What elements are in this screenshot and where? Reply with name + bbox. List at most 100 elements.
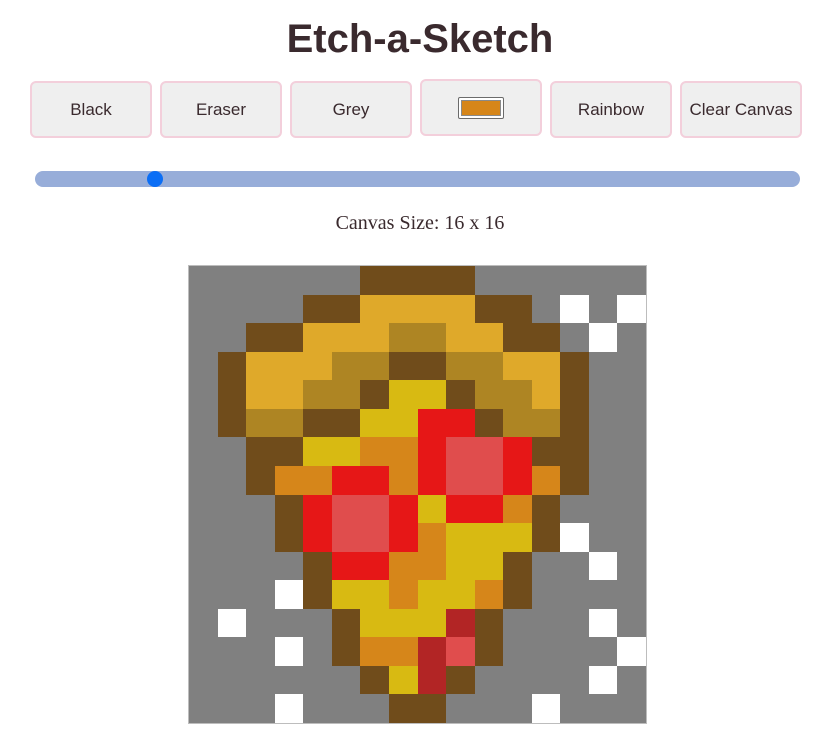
canvas-cell[interactable]	[331, 694, 361, 723]
canvas-cell[interactable]	[474, 637, 504, 666]
canvas-cell[interactable]	[474, 266, 504, 295]
canvas-cell[interactable]	[417, 408, 447, 438]
canvas-cell[interactable]	[560, 351, 589, 381]
canvas-cell[interactable]	[531, 637, 561, 666]
canvas-cell[interactable]	[360, 580, 389, 609]
canvas-cell[interactable]	[531, 437, 561, 466]
canvas-cell[interactable]	[446, 323, 475, 352]
canvas-cell[interactable]	[331, 637, 361, 666]
canvas-cell[interactable]	[360, 408, 389, 438]
canvas-cell[interactable]	[246, 694, 275, 723]
canvas-cell[interactable]	[217, 266, 247, 295]
canvas-cell[interactable]	[474, 294, 504, 324]
canvas-cell[interactable]	[531, 665, 561, 695]
canvas-cell[interactable]	[617, 665, 646, 695]
canvas-cell[interactable]	[246, 580, 275, 609]
canvas-cell[interactable]	[274, 523, 304, 552]
canvas-cell[interactable]	[617, 494, 646, 524]
canvas-cell[interactable]	[274, 608, 304, 638]
canvas-cell[interactable]	[446, 694, 475, 723]
canvas-cell[interactable]	[217, 694, 247, 723]
canvas-cell[interactable]	[303, 637, 332, 666]
canvas-cell[interactable]	[503, 380, 532, 409]
canvas-cell[interactable]	[217, 523, 247, 552]
canvas-cell[interactable]	[417, 580, 447, 609]
canvas-cell[interactable]	[274, 665, 304, 695]
canvas-cell[interactable]	[246, 608, 275, 638]
canvas-cell[interactable]	[388, 351, 418, 381]
canvas-cell[interactable]	[246, 266, 275, 295]
canvas-cell[interactable]	[503, 465, 532, 495]
canvas-cell[interactable]	[588, 380, 618, 409]
canvas-cell[interactable]	[417, 523, 447, 552]
canvas-cell[interactable]	[474, 494, 504, 524]
canvas-cell[interactable]	[417, 608, 447, 638]
canvas-cell[interactable]	[274, 637, 304, 666]
canvas-cell[interactable]	[588, 494, 618, 524]
canvas-cell[interactable]	[360, 323, 389, 352]
canvas-cell[interactable]	[303, 294, 332, 324]
canvas-cell[interactable]	[388, 437, 418, 466]
canvas-cell[interactable]	[446, 637, 475, 666]
canvas-cell[interactable]	[560, 665, 589, 695]
canvas-cell[interactable]	[388, 580, 418, 609]
canvas-cell[interactable]	[360, 494, 389, 524]
rainbow-button[interactable]: Rainbow	[550, 81, 672, 138]
color-picker-button[interactable]	[420, 79, 542, 136]
canvas-cell[interactable]	[274, 437, 304, 466]
canvas-cell[interactable]	[560, 608, 589, 638]
canvas-cell[interactable]	[503, 608, 532, 638]
canvas-cell[interactable]	[274, 465, 304, 495]
canvas-cell[interactable]	[189, 608, 218, 638]
canvas-cell[interactable]	[303, 665, 332, 695]
canvas-cell[interactable]	[331, 408, 361, 438]
canvas-cell[interactable]	[617, 637, 646, 666]
canvas-cell[interactable]	[331, 523, 361, 552]
canvas-cell[interactable]	[274, 580, 304, 609]
canvas-cell[interactable]	[217, 408, 247, 438]
canvas-cell[interactable]	[360, 437, 389, 466]
canvas-cell[interactable]	[217, 551, 247, 581]
canvas-cell[interactable]	[246, 351, 275, 381]
canvas-cell[interactable]	[588, 637, 618, 666]
canvas-cell[interactable]	[503, 437, 532, 466]
canvas-cell[interactable]	[560, 637, 589, 666]
canvas-cell[interactable]	[360, 551, 389, 581]
canvas-cell[interactable]	[531, 494, 561, 524]
canvas-cell[interactable]	[560, 494, 589, 524]
canvas-cell[interactable]	[417, 465, 447, 495]
canvas-cell[interactable]	[360, 637, 389, 666]
canvas-cell[interactable]	[446, 551, 475, 581]
canvas-cell[interactable]	[617, 380, 646, 409]
canvas-cell[interactable]	[246, 437, 275, 466]
canvas-cell[interactable]	[331, 351, 361, 381]
canvas-cell[interactable]	[560, 465, 589, 495]
canvas-cell[interactable]	[217, 380, 247, 409]
canvas-cell[interactable]	[388, 380, 418, 409]
canvas-cell[interactable]	[217, 665, 247, 695]
canvas-cell[interactable]	[588, 437, 618, 466]
canvas-cell[interactable]	[246, 551, 275, 581]
canvas-cell[interactable]	[303, 494, 332, 524]
canvas-cell[interactable]	[331, 323, 361, 352]
canvas-cell[interactable]	[617, 608, 646, 638]
canvas-cell[interactable]	[274, 380, 304, 409]
canvas-cell[interactable]	[246, 494, 275, 524]
canvas-cell[interactable]	[360, 665, 389, 695]
canvas-cell[interactable]	[503, 551, 532, 581]
canvas-cell[interactable]	[331, 266, 361, 295]
canvas-cell[interactable]	[474, 465, 504, 495]
canvas-cell[interactable]	[588, 580, 618, 609]
canvas-cell[interactable]	[560, 408, 589, 438]
canvas-cell[interactable]	[446, 408, 475, 438]
canvas-cell[interactable]	[274, 408, 304, 438]
canvas-cell[interactable]	[531, 580, 561, 609]
canvas-cell[interactable]	[331, 380, 361, 409]
canvas-cell[interactable]	[274, 694, 304, 723]
canvas-cell[interactable]	[331, 437, 361, 466]
canvas-cell[interactable]	[446, 266, 475, 295]
canvas-cell[interactable]	[531, 323, 561, 352]
canvas-cell[interactable]	[560, 380, 589, 409]
canvas-cell[interactable]	[189, 665, 218, 695]
canvas-cell[interactable]	[331, 294, 361, 324]
